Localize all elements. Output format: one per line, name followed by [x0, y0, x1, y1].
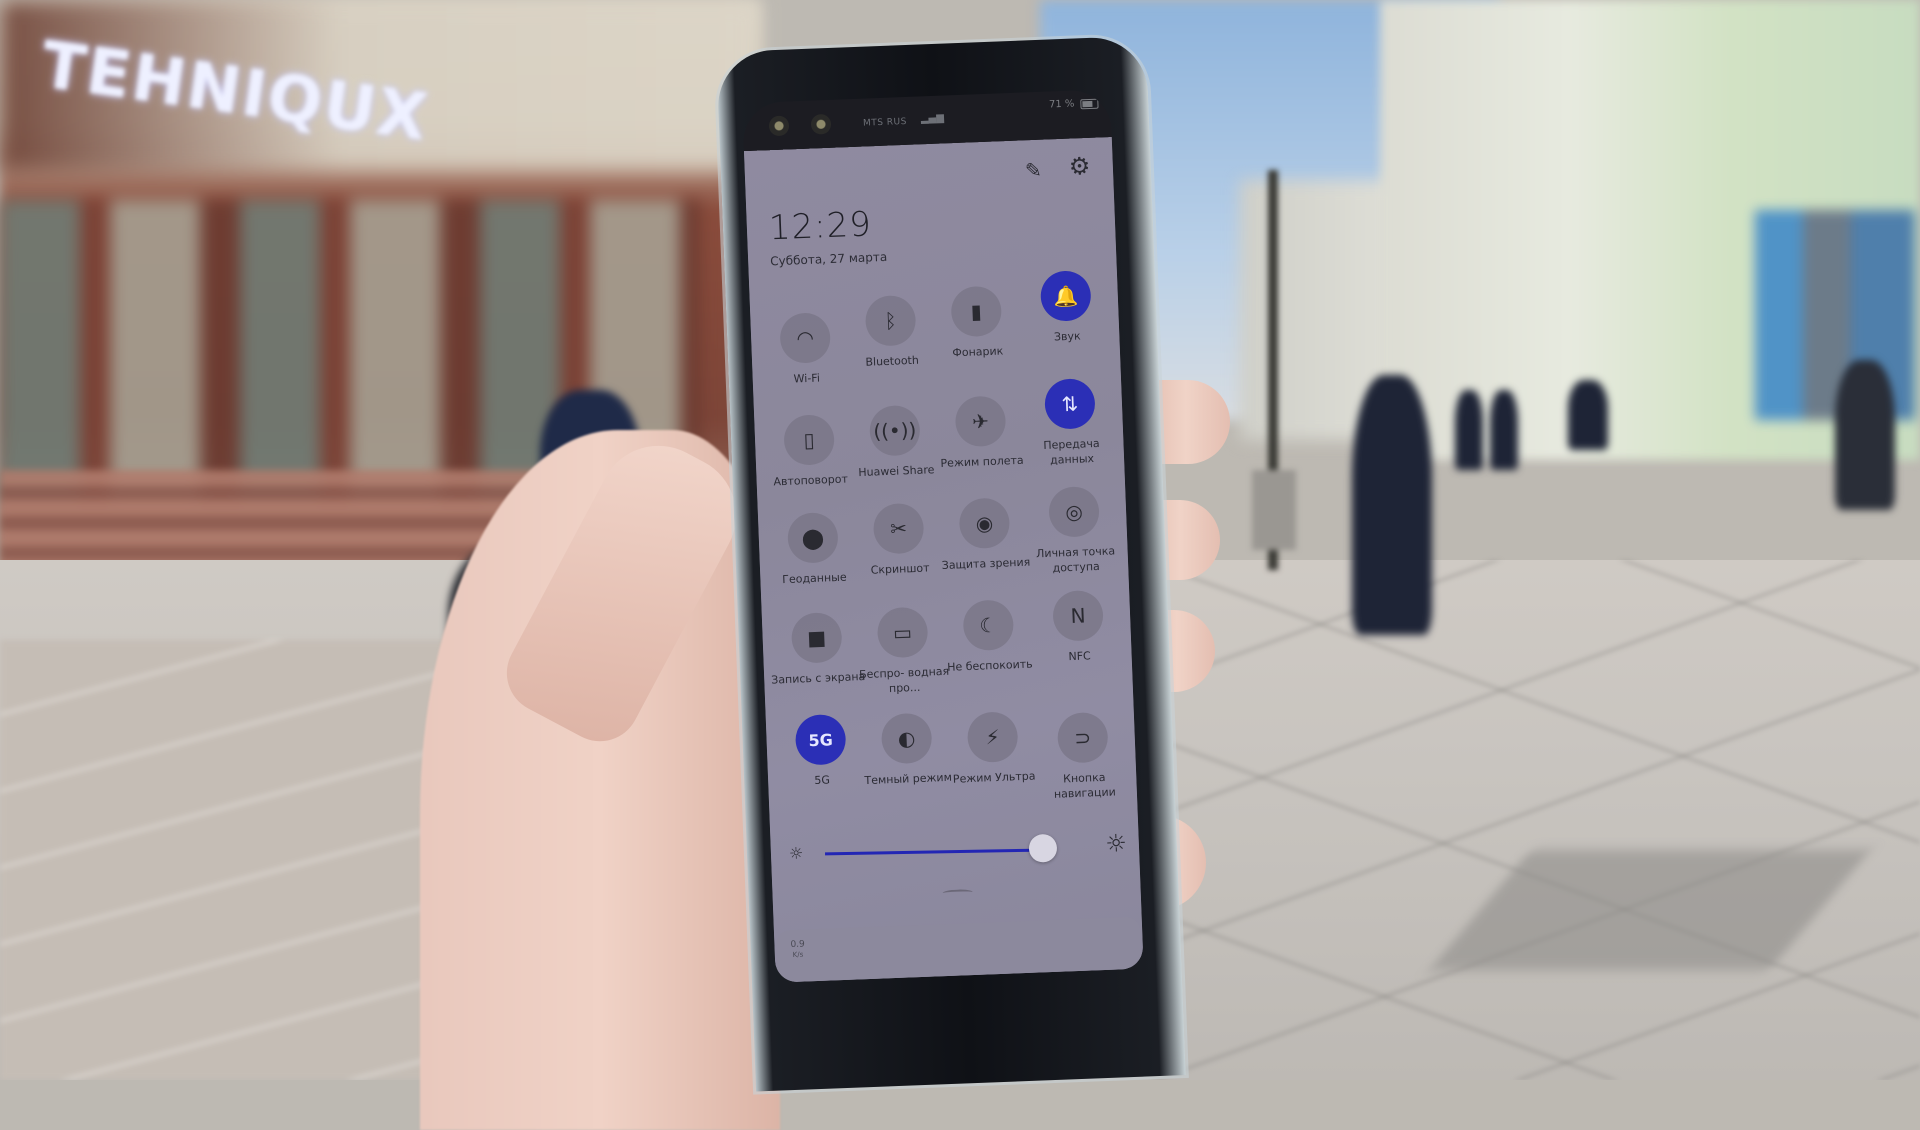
tile-bell[interactable]: 🔔 Звук — [1017, 269, 1116, 346]
tile-eye[interactable]: ◉ Защита зрения — [936, 496, 1035, 573]
smartphone: MTS RUS ▂▄▆ 71 % ✎ ⚙ 12:29 Суббота, 27 м… — [716, 35, 1186, 1092]
tile-label: Bluetooth — [865, 353, 920, 369]
tile-label: Не беспокоить — [946, 657, 1033, 674]
clock-time: 12:29 — [768, 204, 873, 249]
pedestrian — [1455, 390, 1483, 470]
tile-airplane[interactable]: ✈ Режим полета — [932, 395, 1031, 472]
battery-percent: 71 % — [1048, 98, 1075, 111]
sun-small-icon: ☼ — [788, 843, 804, 864]
tile-label: Фонарик — [952, 344, 1004, 360]
tile-label: Личная точка доступа — [1035, 544, 1116, 575]
tile-flashlight[interactable]: ▮ Фонарик — [927, 285, 1026, 362]
tile-hotspot[interactable]: ◎ Личная точка доступа — [1025, 485, 1124, 577]
ultra-battery-icon[interactable]: ⚡ — [966, 711, 1019, 764]
tile-label: Режим полета — [940, 453, 1024, 470]
quick-settings-panel: ✎ ⚙ 12:29 Суббота, 27 марта ◠ Wi-Fi ᛒ Bluet… — [743, 137, 1144, 983]
quick-settings-grid: ◠ Wi-Fi ᛒ Bluetooth ▮ Фонарик 🔔 Звук ▯ Автоповоро… — [756, 270, 1116, 801]
tile-auto-rotate[interactable]: ▯ Автоповорот — [760, 413, 859, 490]
panel-drag-handle[interactable] — [942, 889, 973, 897]
bell-icon[interactable]: 🔔 — [1039, 270, 1092, 322]
nfc-icon[interactable]: N — [1052, 589, 1104, 642]
huawei-share-icon[interactable]: ((•)) — [868, 404, 921, 457]
tile-label: Автоповорот — [773, 472, 849, 489]
pencil-icon[interactable]: ✎ — [1024, 157, 1051, 184]
clock-date: Суббота, 27 марта — [769, 249, 888, 269]
front-camera-icon — [810, 113, 832, 135]
tile-5g[interactable]: 5G 5G — [772, 713, 871, 790]
tile-location-pin[interactable]: ⬤ Геоданные — [764, 511, 863, 588]
screenshot-scissors-icon[interactable]: ✂ — [872, 502, 925, 555]
pedestrian — [1568, 380, 1608, 450]
tile-wireless-projection[interactable]: ▭ Беспро- водная про... — [854, 606, 953, 698]
eye-icon[interactable]: ◉ — [958, 497, 1011, 550]
tile-label: Беспро- водная про... — [858, 664, 950, 696]
tile-label: Режим Ультра — [952, 769, 1036, 786]
tile-label: Huawei Share — [858, 463, 935, 480]
tile-label: Wi-Fi — [793, 371, 821, 386]
sun-large-icon: ☼ — [1104, 829, 1128, 858]
tile-label: Передача данных — [1043, 436, 1100, 467]
auto-rotate-icon[interactable]: ▯ — [783, 414, 836, 466]
network-speed-notification[interactable]: 0.9 K/s — [775, 916, 1142, 983]
network-speed-indicator: 0.9 K/s — [790, 940, 805, 961]
tile-wifi[interactable]: ◠ Wi-Fi — [756, 311, 855, 388]
location-pin-icon[interactable]: ⬤ — [786, 511, 839, 564]
tile-ultra-battery[interactable]: ⚡ Режим Ультра — [944, 710, 1043, 787]
bluetooth-icon[interactable]: ᛒ — [864, 294, 917, 347]
tile-screenshot-scissors[interactable]: ✂ Скриншот — [850, 502, 949, 579]
tile-dark-mode[interactable]: ◐ Темный режим — [858, 712, 957, 789]
pavement-tiles — [1140, 560, 1920, 1080]
tile-screen-record[interactable]: ■ Запись с экрана — [768, 611, 867, 688]
phone-screen: MTS RUS ▂▄▆ 71 % ✎ ⚙ 12:29 Суббота, 27 м… — [742, 89, 1144, 983]
tile-label: Геоданные — [781, 570, 847, 587]
screen-record-icon[interactable]: ■ — [790, 611, 843, 664]
tile-bluetooth[interactable]: ᛒ Bluetooth — [842, 294, 941, 371]
navigation-button-icon[interactable]: ⊃ — [1056, 711, 1109, 764]
tile-huawei-share[interactable]: ((•)) Huawei Share — [846, 404, 945, 481]
wireless-projection-icon[interactable]: ▭ — [876, 606, 929, 659]
flashlight-icon[interactable]: ▮ — [950, 285, 1003, 338]
airplane-icon[interactable]: ✈ — [954, 395, 1007, 448]
pedestrian — [1352, 375, 1432, 635]
tile-label: NFC — [1068, 649, 1091, 664]
tile-label: Защита зрения — [941, 555, 1031, 572]
tile-nfc[interactable]: N NFC — [1029, 589, 1128, 666]
signal-bars-icon: ▂▄▆ — [920, 112, 945, 125]
dark-mode-icon[interactable]: ◐ — [880, 712, 933, 765]
tile-label: Темный режим — [864, 770, 953, 788]
carrier-name: MTS RUS — [862, 116, 908, 129]
gear-icon[interactable]: ⚙ — [1068, 152, 1097, 181]
network-speed-unit: K/s — [792, 950, 804, 959]
brightness-slider-thumb[interactable] — [1028, 833, 1058, 863]
brightness-control: ☼ ☼ — [770, 825, 1139, 879]
brightness-slider-track[interactable] — [825, 848, 1044, 856]
battery-icon — [1080, 98, 1099, 110]
tile-label: Запись с экрана — [771, 669, 866, 687]
tile-label: 5G — [814, 773, 831, 788]
tile-navigation-button[interactable]: ⊃ Кнопка навигации — [1034, 711, 1133, 803]
street-lamp-base — [1252, 470, 1296, 550]
pedestrian — [1835, 360, 1895, 510]
tile-label: Кнопка навигации — [1053, 770, 1117, 801]
tile-moon[interactable]: ☾ Не беспокоить — [939, 598, 1038, 675]
wifi-icon[interactable]: ◠ — [779, 312, 832, 364]
tile-label: Звук — [1053, 329, 1081, 344]
hotspot-icon[interactable]: ◎ — [1048, 485, 1101, 538]
tile-label: Скриншот — [870, 561, 930, 577]
tile-mobile-data[interactable]: ⇅ Передача данных — [1021, 377, 1120, 469]
network-speed-value: 0.9 — [790, 939, 805, 951]
mobile-data-icon[interactable]: ⇅ — [1043, 377, 1096, 430]
5g-icon[interactable]: 5G — [794, 713, 847, 766]
pedestrian — [1490, 390, 1518, 470]
moon-icon[interactable]: ☾ — [962, 599, 1015, 652]
front-camera-icon — [768, 115, 790, 137]
